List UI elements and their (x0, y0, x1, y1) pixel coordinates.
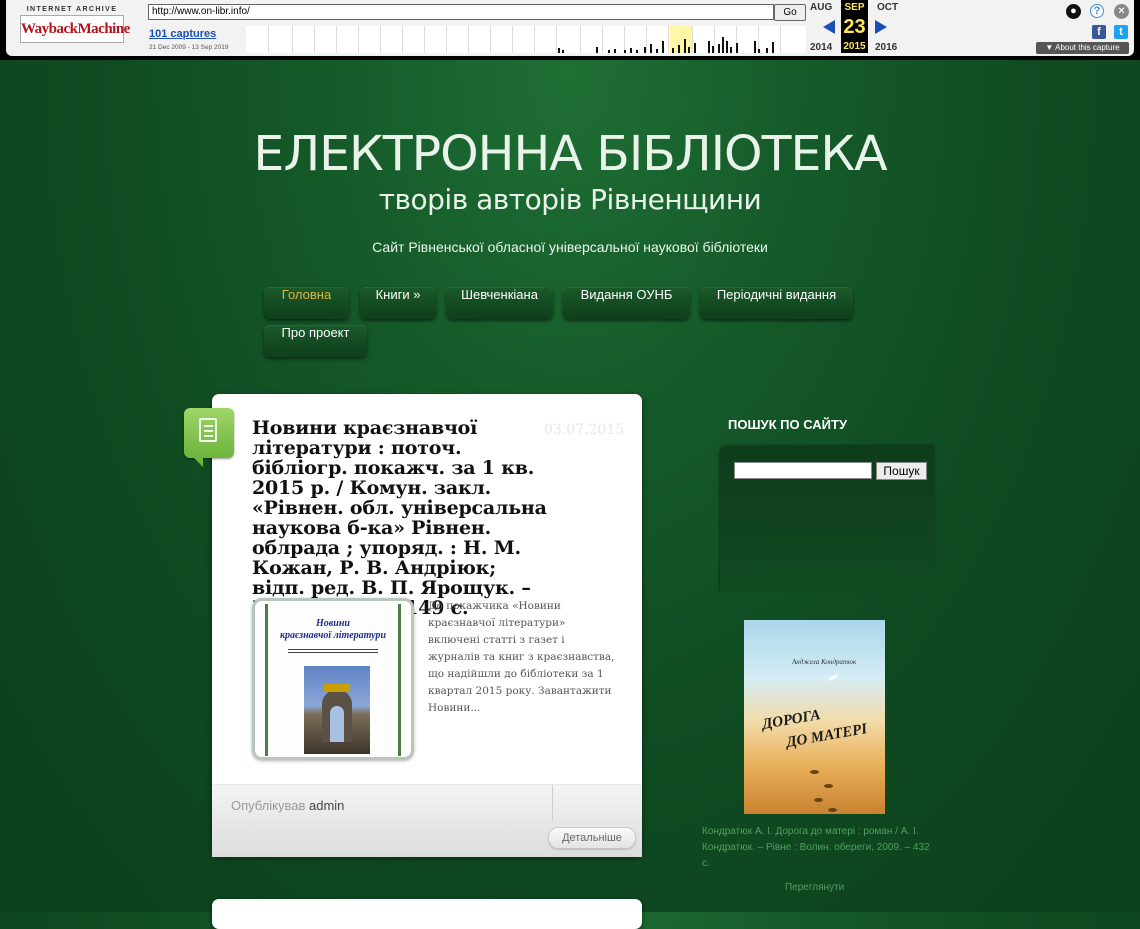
cover-photo (304, 666, 370, 754)
author-link[interactable]: admin (309, 798, 344, 813)
cover-title-line-1: Новини (316, 618, 350, 629)
wayback-next-year[interactable]: 2016 (875, 42, 897, 53)
wayback-capture-range: 21 Dec 2009 - 13 Sep 2019 (149, 44, 229, 51)
wayback-url-input[interactable]: http://www.on-libr.info/ (148, 4, 774, 20)
search-widget-title: ПОШУК ПО САЙТУ (728, 417, 848, 432)
nav-item-home[interactable]: Головна (264, 287, 349, 319)
featured-book-caption: Кондратюк А. І. Дорога до матері : роман… (702, 826, 930, 869)
cover-title-line-2: краєзнавчої літератури (279, 630, 387, 641)
wayback-current-month: SEP (841, 0, 868, 15)
bird-shape (827, 674, 839, 681)
post-date: 03.07.2015 (544, 422, 625, 438)
search-button[interactable]: Пошук (876, 462, 927, 480)
nav-item-periodicals[interactable]: Періодичні видання (700, 287, 853, 319)
post-excerpt: До покажчика «Новини краєзнавчої літерат… (428, 600, 615, 714)
nav-item-shevchenkiana[interactable]: Шевченкіана (446, 287, 553, 319)
cover-subtitle-lines (278, 647, 388, 657)
wayback-captures-link[interactable]: 101 captures (149, 28, 216, 40)
document-icon (184, 408, 234, 467)
close-icon[interactable]: × (1114, 4, 1129, 19)
wayback-go-button[interactable]: Go (774, 4, 806, 21)
nav-item-books[interactable]: Книги » (360, 287, 436, 319)
wayback-logo-main: WaybackMachine (20, 15, 130, 43)
wayback-toolbar-inner: INTERNET ARCHIVE WaybackMachine http://w… (6, 0, 1134, 56)
site-description: Сайт Рівненської обласної універсальної … (372, 239, 768, 255)
post-thumbnail[interactable]: Новини краєзнавчої літератури (252, 598, 414, 760)
wayback-prev-year[interactable]: 2014 (810, 42, 832, 53)
read-more-button[interactable]: Детальніше (548, 827, 636, 849)
post-title[interactable]: Новини краєзнавчої літератури : поточ. б… (252, 418, 552, 618)
facebook-icon[interactable]: f (1092, 25, 1106, 39)
footer-divider (552, 785, 553, 821)
wayback-capture-sparkline[interactable] (246, 26, 806, 53)
wayback-prev-month[interactable]: AUG (810, 2, 832, 13)
nav-item-ounb-editions[interactable]: Видання ОУНБ (563, 287, 690, 319)
user-account-icon[interactable]: ● (1066, 4, 1081, 19)
author-prefix: Опублікував (231, 798, 306, 813)
twitter-icon[interactable]: t (1114, 25, 1128, 39)
wayback-logo-top: INTERNET ARCHIVE (26, 6, 118, 13)
about-capture-button[interactable]: ▼ About this capture (1036, 42, 1129, 54)
site-title[interactable]: ЕЛЕКТРОННА БІБЛІОТЕКА (0, 126, 1140, 182)
wayback-next-arrow-icon[interactable] (875, 20, 887, 34)
wayback-prev-arrow-icon[interactable] (823, 20, 835, 34)
view-book-link[interactable]: Переглянути (785, 882, 844, 893)
post-author: Опублікував admin (231, 798, 344, 813)
search-input[interactable] (734, 462, 872, 479)
wayback-toolbar: INTERNET ARCHIVE WaybackMachine http://w… (0, 0, 1140, 60)
wayback-next-month[interactable]: OCT (877, 2, 898, 13)
book-cover-image: Новини краєзнавчої літератури (265, 604, 401, 756)
featured-book-author: Анджела Кондратюк (792, 658, 857, 666)
site-subtitle: творів авторів Рівненщини (378, 183, 762, 216)
nav-item-about[interactable]: Про проект (264, 325, 367, 357)
featured-book-cover[interactable]: Анджела Кондратюк ДОРОГА ДО МАТЕРІ (744, 620, 885, 814)
wayback-current-day: 23 (841, 15, 868, 40)
next-post-card (212, 899, 642, 929)
wayback-current-year: 2015 (841, 40, 868, 53)
help-icon[interactable]: ? (1090, 4, 1104, 18)
wayback-logo[interactable]: INTERNET ARCHIVE WaybackMachine (20, 6, 130, 44)
